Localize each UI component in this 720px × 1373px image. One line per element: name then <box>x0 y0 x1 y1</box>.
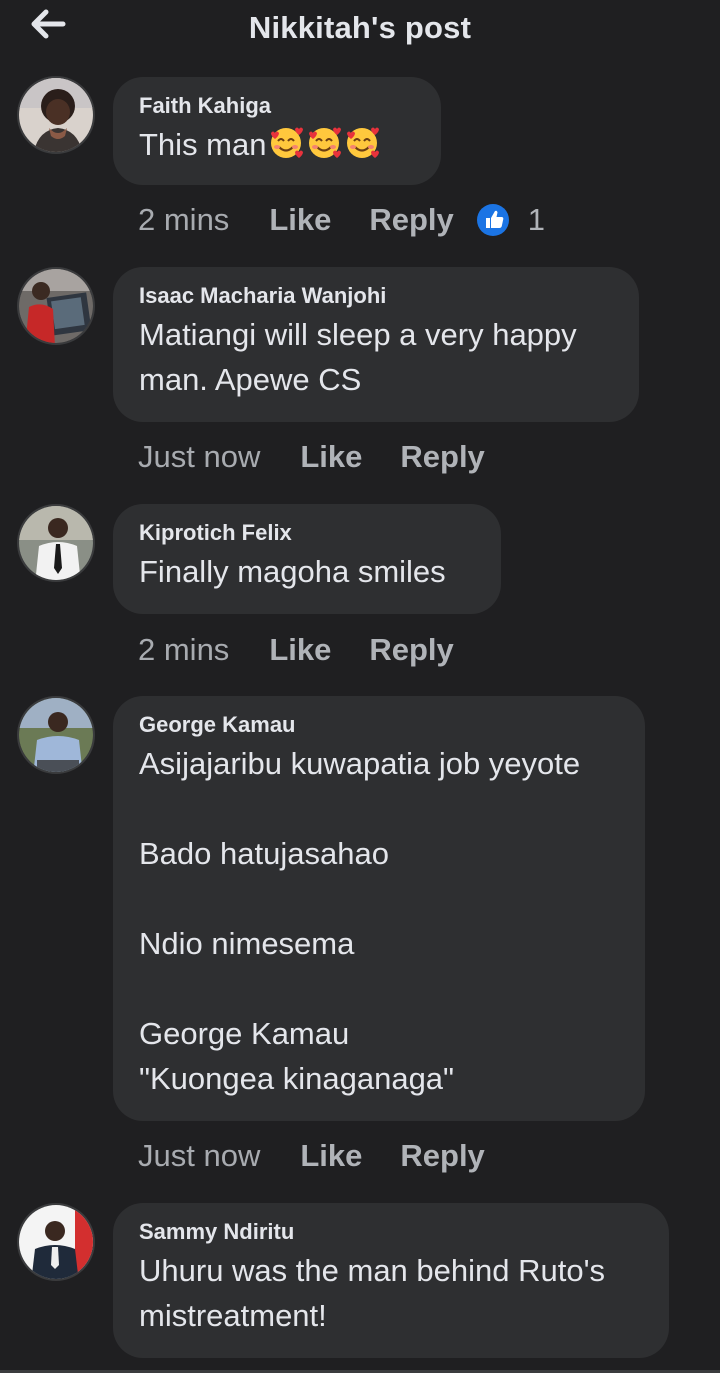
comment-text: Finally magoha smiles <box>139 554 446 589</box>
comment-text: This man <box>139 122 415 173</box>
comment-author[interactable]: Kiprotich Felix <box>139 519 475 547</box>
avatar[interactable] <box>17 504 95 582</box>
avatar[interactable] <box>17 76 95 154</box>
comment-bubble[interactable]: Sammy Ndiritu Uhuru was the man behind R… <box>113 1203 669 1358</box>
comment-author[interactable]: Sammy Ndiritu <box>139 1218 643 1246</box>
comment-bubble[interactable]: Isaac Macharia Wanjohi Matiangi will sle… <box>113 267 639 422</box>
comment-actions: 2 mins Like Reply 1 <box>138 200 545 240</box>
comment-actions: Just now Like Reply <box>138 1136 523 1176</box>
comment-bubble[interactable]: Kiprotich Felix Finally magoha smiles <box>113 504 501 614</box>
comment-text: Matiangi will sleep a very happy man. Ap… <box>139 317 577 397</box>
comment-actions: 2 mins Like Reply <box>138 630 492 670</box>
smiling-face-with-hearts-icon <box>306 125 342 173</box>
like-button[interactable]: Like <box>269 632 331 668</box>
comment-timestamp[interactable]: 2 mins <box>138 632 229 668</box>
smiling-face-with-hearts-icon <box>268 125 304 173</box>
comment-text: Asijajaribu kuwapatia job yeyote Bado ha… <box>139 746 581 1096</box>
avatar[interactable] <box>17 1203 95 1281</box>
avatar[interactable] <box>17 267 95 345</box>
like-button[interactable]: Like <box>300 1138 362 1174</box>
reply-button[interactable]: Reply <box>400 1138 484 1174</box>
reaction-summary[interactable]: 1 <box>476 202 545 238</box>
thumbs-up-icon <box>476 204 509 236</box>
smiling-face-with-hearts-icon <box>344 125 380 173</box>
comment-author[interactable]: George Kamau <box>139 711 619 739</box>
comment-timestamp[interactable]: Just now <box>138 439 260 475</box>
like-button[interactable]: Like <box>269 202 331 238</box>
reply-button[interactable]: Reply <box>400 439 484 475</box>
comment-actions: Just now Like Reply <box>138 437 523 477</box>
page-title: Nikkitah's post <box>248 10 472 45</box>
comment-author[interactable]: Isaac Macharia Wanjohi <box>139 282 613 310</box>
reply-button[interactable]: Reply <box>369 632 453 668</box>
comment-timestamp[interactable]: 2 mins <box>138 202 229 238</box>
comment-author[interactable]: Faith Kahiga <box>139 92 415 120</box>
comment-bubble[interactable]: George Kamau Asijajaribu kuwapatia job y… <box>113 696 645 1121</box>
comment-timestamp[interactable]: Just now <box>138 1138 260 1174</box>
reply-button[interactable]: Reply <box>369 202 453 238</box>
like-button[interactable]: Like <box>300 439 362 475</box>
comment-bubble[interactable]: Faith Kahiga This man <box>113 77 441 185</box>
comment-text: Uhuru was the man behind Ruto's mistreat… <box>139 1253 606 1333</box>
header-bar: Nikkitah's post <box>0 0 720 58</box>
avatar[interactable] <box>17 696 95 774</box>
reaction-count: 1 <box>527 202 546 237</box>
